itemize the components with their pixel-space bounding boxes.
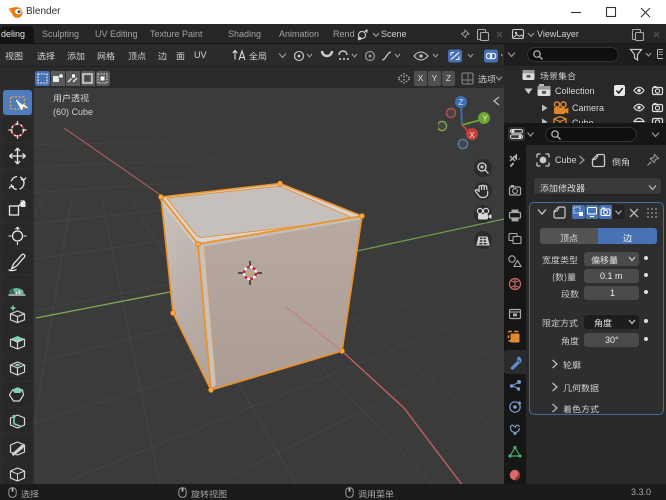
svg-text:X: X: [469, 131, 475, 140]
svg-text:Y: Y: [482, 114, 488, 123]
svg-text:Z: Z: [459, 98, 464, 107]
